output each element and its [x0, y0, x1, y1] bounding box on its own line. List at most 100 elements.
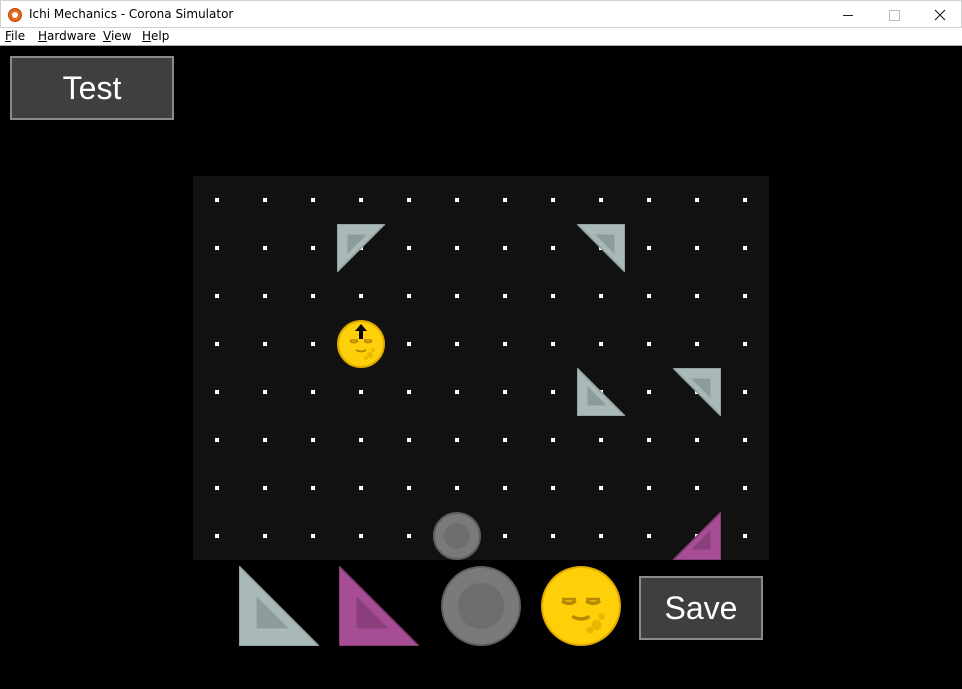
- grid-dot: [215, 534, 219, 538]
- menu-view-label: iew: [110, 29, 132, 43]
- test-button[interactable]: Test: [10, 56, 174, 120]
- palette-ball[interactable]: [441, 566, 521, 646]
- grid-dot: [599, 486, 603, 490]
- menu-bar: File Hardware View Help: [0, 28, 962, 46]
- grid-dot: [551, 198, 555, 202]
- grid-dot: [551, 294, 555, 298]
- grid-dot: [311, 534, 315, 538]
- grid-dot: [407, 342, 411, 346]
- grid-dot: [215, 390, 219, 394]
- board-ball[interactable]: [433, 512, 481, 560]
- grid-dot: [215, 486, 219, 490]
- menu-view-mnemonic: V: [103, 29, 111, 43]
- grid-dot: [455, 342, 459, 346]
- maximize-icon: [888, 9, 900, 21]
- grid-dot: [743, 294, 747, 298]
- grid-dot: [599, 198, 603, 202]
- grid-dot: [743, 342, 747, 346]
- menu-help[interactable]: Help: [142, 29, 169, 43]
- grid-dot: [551, 438, 555, 442]
- grid-dot: [215, 342, 219, 346]
- menu-file[interactable]: File: [5, 29, 25, 43]
- grid-dot: [407, 198, 411, 202]
- grid-dot: [215, 294, 219, 298]
- grid-dot: [455, 294, 459, 298]
- grid-dot: [407, 486, 411, 490]
- grid-dot: [503, 246, 507, 250]
- grid-dot: [743, 534, 747, 538]
- grid-dot: [743, 438, 747, 442]
- grid-dot: [647, 294, 651, 298]
- grid-dot: [263, 294, 267, 298]
- title-bar: Ichi Mechanics - Corona Simulator: [0, 0, 962, 28]
- minimize-button[interactable]: [825, 1, 871, 29]
- grid-dot: [359, 198, 363, 202]
- palette-purple-triangle[interactable]: [338, 564, 421, 650]
- corona-app-icon: [8, 8, 22, 22]
- grid-dot: [311, 246, 315, 250]
- grid-dot: [503, 486, 507, 490]
- maximize-button[interactable]: [871, 1, 917, 29]
- grid-dot: [695, 246, 699, 250]
- grid-dot: [647, 390, 651, 394]
- grid-dot: [263, 342, 267, 346]
- grid-dot: [599, 294, 603, 298]
- menu-view[interactable]: View: [103, 29, 131, 43]
- grid-dot: [647, 438, 651, 442]
- close-button[interactable]: [917, 1, 962, 29]
- grid-dot: [359, 294, 363, 298]
- minimize-icon: [843, 14, 853, 16]
- grid-dot: [743, 246, 747, 250]
- save-button[interactable]: Save: [639, 576, 763, 640]
- grid-dot: [407, 294, 411, 298]
- menu-hardware[interactable]: Hardware: [38, 29, 96, 43]
- grid-dot: [743, 486, 747, 490]
- grid-dot: [647, 342, 651, 346]
- grid-dot: [455, 246, 459, 250]
- grid-dot: [551, 390, 555, 394]
- grid-dot: [359, 390, 363, 394]
- grid-dot: [407, 390, 411, 394]
- board-grey-triangle[interactable]: [671, 367, 722, 420]
- grid-dot: [647, 246, 651, 250]
- grid-dot: [311, 294, 315, 298]
- grid-dot: [311, 486, 315, 490]
- grid-dot: [407, 438, 411, 442]
- grid-dot: [599, 534, 603, 538]
- grid-dot: [263, 438, 267, 442]
- grid-dot: [263, 246, 267, 250]
- grid-dot: [263, 390, 267, 394]
- board-grey-triangle[interactable]: [575, 223, 626, 276]
- grid-dot: [695, 198, 699, 202]
- board-grey-triangle[interactable]: [336, 223, 387, 276]
- palette-smiley[interactable]: [541, 566, 621, 646]
- grid-dot: [599, 342, 603, 346]
- grid-dot: [551, 486, 555, 490]
- grid-dot: [215, 246, 219, 250]
- grid-dot: [551, 246, 555, 250]
- grid-dot: [311, 390, 315, 394]
- grid-dot: [695, 342, 699, 346]
- board-smiley[interactable]: [337, 320, 385, 368]
- grid-dot: [359, 486, 363, 490]
- grid-dot: [599, 438, 603, 442]
- grid-dot: [695, 438, 699, 442]
- grid-dot: [455, 390, 459, 394]
- menu-hardware-label: ardware: [47, 29, 96, 43]
- grid-dot: [455, 486, 459, 490]
- grid-dot: [503, 534, 507, 538]
- board-purple-triangle[interactable]: [671, 510, 722, 564]
- grid-dot: [455, 198, 459, 202]
- smiley-face-icon: [349, 324, 375, 360]
- grid-dot: [743, 390, 747, 394]
- level-grid[interactable]: [193, 176, 769, 561]
- grid-dot: [263, 198, 267, 202]
- grid-dot: [503, 198, 507, 202]
- grid-dot: [647, 534, 651, 538]
- palette-grey-triangle[interactable]: [238, 564, 321, 650]
- close-icon: [934, 9, 946, 21]
- smiley-face-icon: [560, 597, 606, 634]
- grid-dot: [743, 198, 747, 202]
- grid-dot: [263, 534, 267, 538]
- board-grey-triangle[interactable]: [576, 366, 627, 420]
